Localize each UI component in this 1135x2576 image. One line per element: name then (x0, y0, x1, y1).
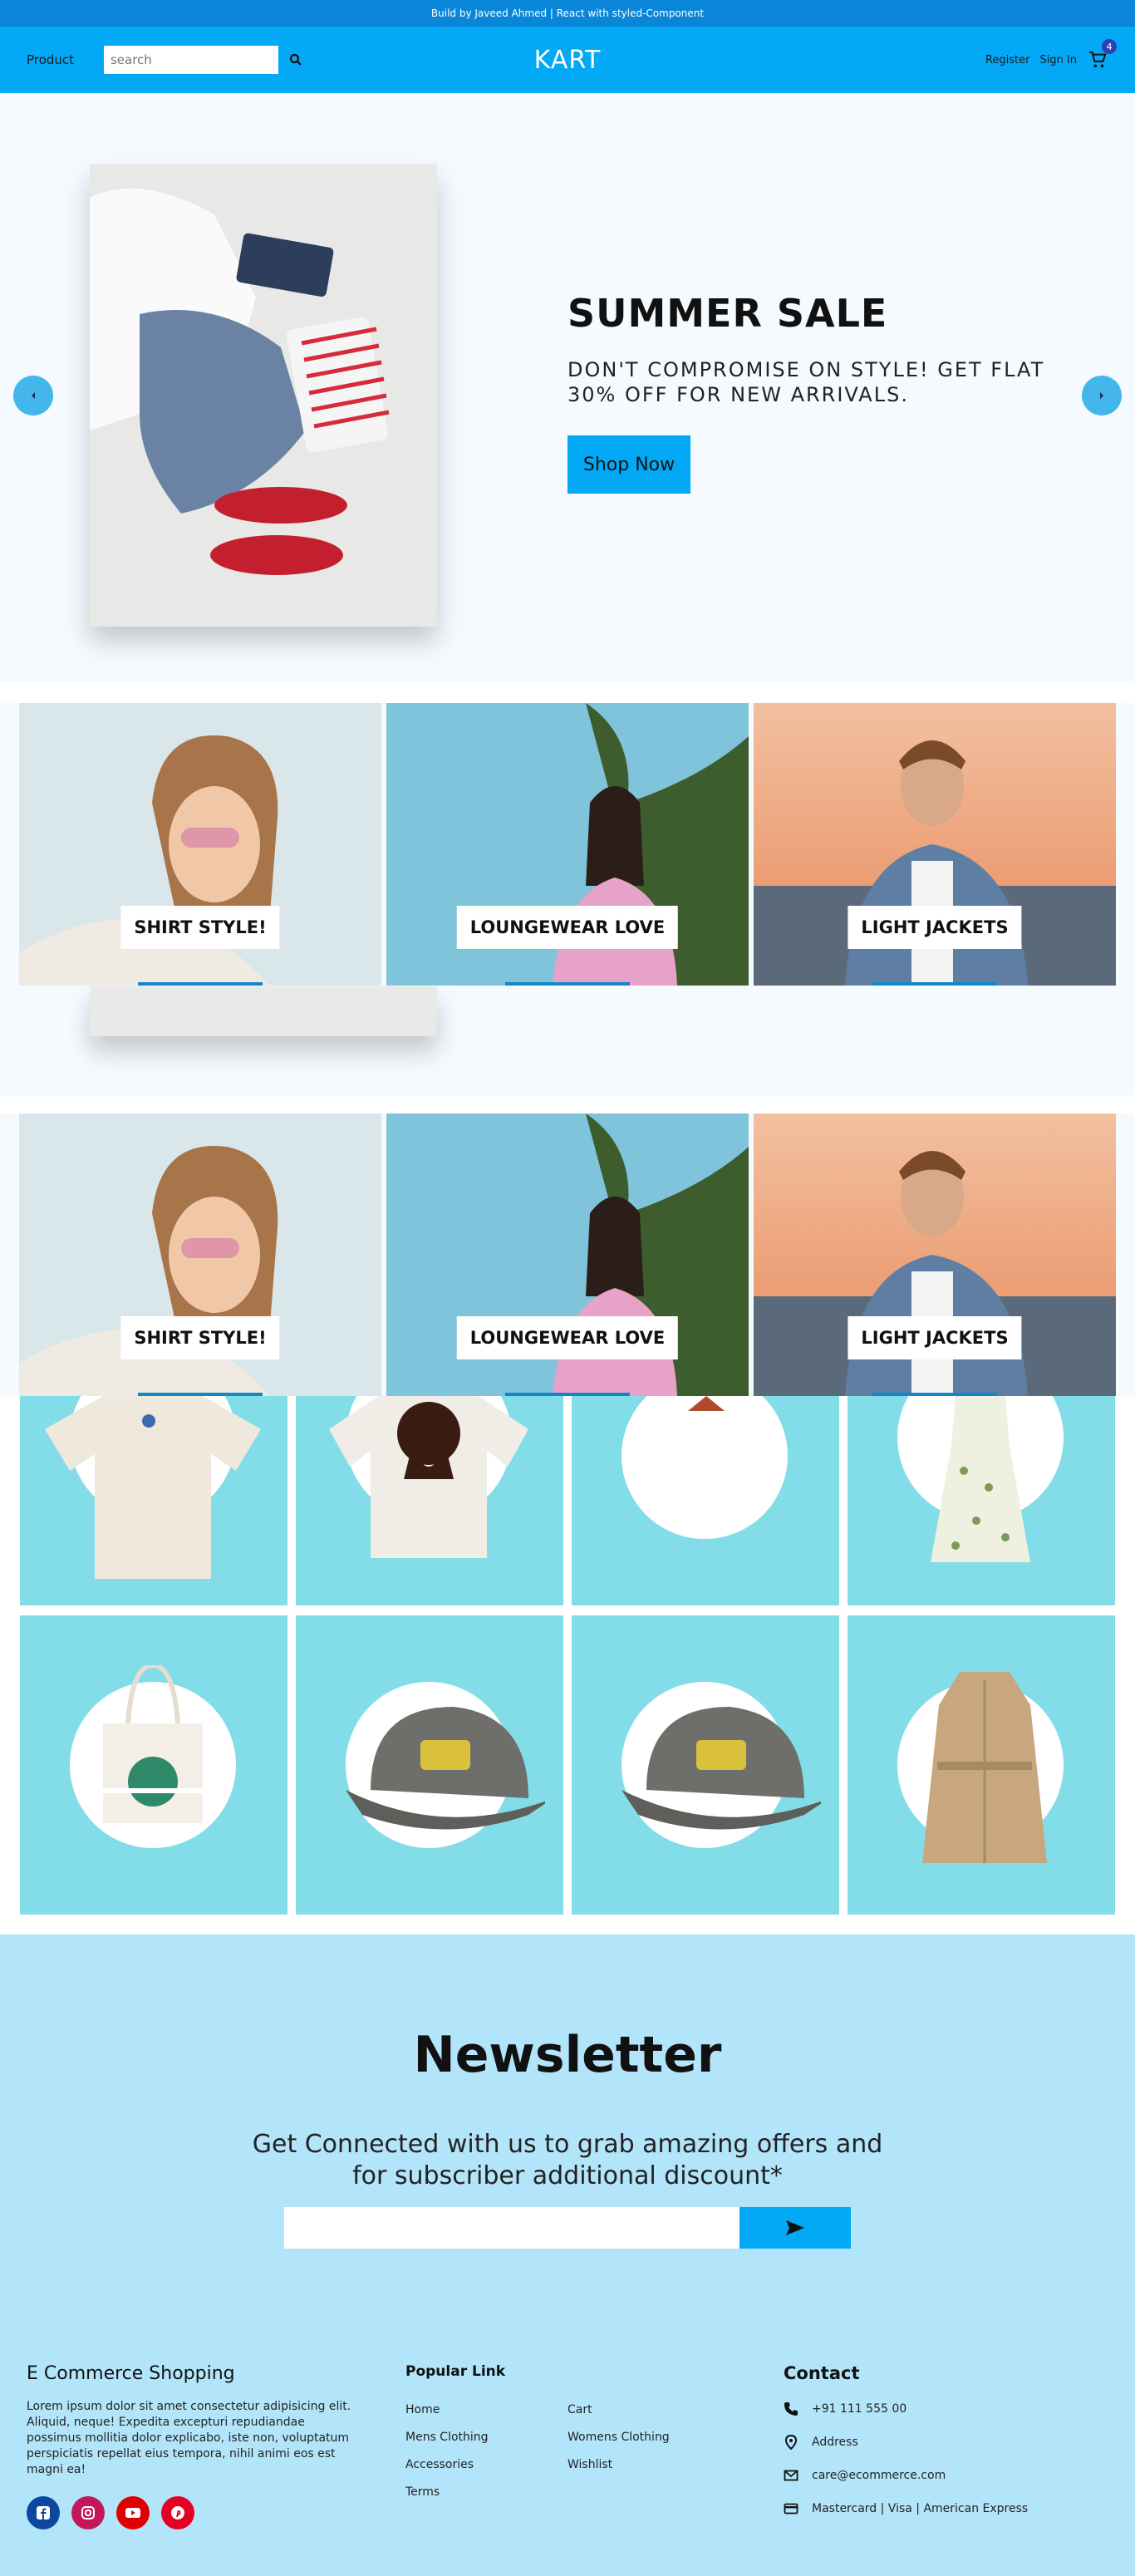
categories-section: SHIRT STYLE! LOUNGEWEAR LOVE LIGHT JACKE… (0, 681, 1135, 1095)
footer-link-home[interactable]: Home (405, 2403, 489, 2416)
product-link[interactable]: Product (27, 52, 74, 67)
category-label: LIGHT JACKETS (848, 1316, 1022, 1359)
newsletter-submit-button[interactable] (739, 2207, 851, 2249)
category-underline (505, 982, 630, 986)
footer-link-cart[interactable]: Cart (568, 2403, 670, 2416)
category-card[interactable]: LIGHT JACKETS (754, 703, 1116, 986)
contact-phone: +91 111 555 00 (784, 2401, 1028, 2416)
footer-link-womens-clothing[interactable]: Womens Clothing (568, 2431, 670, 2444)
contact-title: Contact (784, 2363, 860, 2383)
newsletter-title: Newsletter (413, 2026, 722, 2084)
dress-image (931, 1396, 1030, 1562)
mail-icon (784, 2470, 798, 2481)
product-card[interactable] (572, 1615, 839, 1915)
product-card[interactable] (20, 1615, 287, 1915)
newsletter-section: Newsletter Get Connected with us to grab… (0, 1934, 1135, 2576)
tshirt-image (329, 1396, 528, 1558)
newsletter-email-input[interactable] (284, 2207, 739, 2249)
cart-icon[interactable]: 4 (1087, 39, 1117, 71)
contact-phone-text: +91 111 555 00 (812, 2402, 907, 2416)
search-input[interactable] (103, 46, 278, 74)
category-label: SHIRT STYLE! (120, 906, 280, 949)
arrow-right-icon (1100, 392, 1103, 399)
category-card[interactable]: LOUNGEWEAR LOVE (386, 703, 749, 986)
sign-in-link[interactable]: Sign In (1039, 54, 1077, 66)
footer-link-mens-clothing[interactable]: Mens Clothing (405, 2431, 489, 2444)
cap-image (622, 1707, 821, 1830)
product-card[interactable] (296, 1396, 563, 1605)
cart-badge: 4 (1102, 39, 1117, 54)
send-icon (786, 2220, 804, 2235)
category-label: LOUNGEWEAR LOVE (456, 1316, 679, 1359)
footer-links-col-1: Home Mens Clothing Accessories Terms (405, 2403, 489, 2499)
contact-address: Address (784, 2435, 1028, 2450)
location-icon (784, 2435, 798, 2450)
footer-popular-links: Popular Link Home Mens Clothing Accessor… (405, 2363, 721, 2521)
footer-brand-title: E Commerce Shopping (27, 2363, 235, 2384)
cap-image (346, 1707, 545, 1830)
nav-left: Product (27, 46, 303, 74)
hero-image (90, 165, 437, 627)
search-icon[interactable] (288, 52, 303, 67)
hero-description: DON'T COMPROMISE ON STYLE! GET FLAT 30% … (568, 358, 1045, 406)
announcement-text: Build by Javeed Ahmed | React with style… (430, 7, 705, 19)
footer-brand-description: Lorem ipsum dolor sit amet consectetur a… (27, 2400, 351, 2476)
contact-payment-text: Mastercard | Visa | American Express (812, 2502, 1029, 2515)
footer-brand: E Commerce Shopping Lorem ipsum dolor si… (27, 2363, 359, 2529)
arrow-left-icon (32, 392, 35, 399)
product-circle (622, 1396, 788, 1539)
category-underline (138, 982, 263, 986)
product-card[interactable] (848, 1396, 1115, 1605)
contact-email: care@ecommerce.com (784, 2468, 1028, 2483)
shop-now-button[interactable]: Shop Now (568, 435, 690, 494)
hero-image-overflow (90, 986, 437, 1036)
category-label: SHIRT STYLE! (120, 1316, 280, 1359)
contact-email-text[interactable]: care@ecommerce.com (812, 2469, 946, 2482)
footer-link-terms[interactable]: Terms (405, 2485, 489, 2499)
social-links (27, 2496, 359, 2529)
footer-link-wishlist[interactable]: Wishlist (568, 2458, 670, 2471)
category-card[interactable]: SHIRT STYLE! (19, 703, 381, 986)
prev-slide-button[interactable] (13, 376, 53, 415)
category-card[interactable]: SHIRT STYLE! (19, 1113, 381, 1396)
next-slide-button[interactable] (1082, 376, 1122, 415)
youtube-icon[interactable] (116, 2496, 150, 2529)
category-underline (872, 982, 997, 986)
newsletter-form (284, 2207, 851, 2249)
hero-slider: SUMMER SALE DON'T COMPROMISE ON STYLE! G… (0, 93, 1135, 681)
instagram-icon[interactable] (71, 2496, 105, 2529)
product-card[interactable] (20, 1396, 287, 1605)
facebook-icon[interactable] (27, 2496, 60, 2529)
pinterest-icon[interactable] (161, 2496, 194, 2529)
footer-links-col-2: Cart Womens Clothing Wishlist (568, 2403, 670, 2471)
navbar: Product KART Register Sign In 4 (0, 27, 1135, 93)
category-card[interactable]: LIGHT JACKETS (754, 1113, 1116, 1396)
products-section (0, 1396, 1135, 1934)
product-card[interactable] (296, 1615, 563, 1915)
nav-right: Register Sign In 4 (985, 39, 1117, 71)
search-container (103, 46, 303, 74)
announcement-bar: Build by Javeed Ahmed | React with style… (0, 0, 1135, 27)
category-card[interactable]: LOUNGEWEAR LOVE (386, 1113, 749, 1396)
footer-contact: Contact +91 111 555 00 Address care@ecom… (784, 2363, 1028, 2516)
register-link[interactable]: Register (985, 54, 1030, 66)
phone-icon (784, 2402, 798, 2416)
categories-section-repeat: SHIRT STYLE! LOUNGEWEAR LOVE LIGHT JACKE… (0, 1095, 1135, 1396)
tshirt-image (45, 1396, 261, 1579)
popular-links-title: Popular Link (405, 2363, 506, 2380)
category-label: LIGHT JACKETS (848, 906, 1022, 949)
product-card[interactable] (848, 1615, 1115, 1915)
trench-coat-image (922, 1672, 1047, 1863)
contact-payment: Mastercard | Visa | American Express (784, 2501, 1028, 2516)
hero-title: SUMMER SALE (568, 291, 888, 336)
credit-card-icon (784, 2503, 798, 2515)
hero-text: SUMMER SALE DON'T COMPROMISE ON STYLE! G… (568, 291, 1099, 494)
tote-bag-image (103, 1665, 203, 1823)
footer-link-accessories[interactable]: Accessories (405, 2458, 489, 2471)
newsletter-description: Get Connected with us to grab amazing of… (252, 2130, 883, 2190)
category-label: LOUNGEWEAR LOVE (456, 906, 679, 949)
product-card[interactable] (572, 1396, 839, 1605)
contact-address-text: Address (812, 2436, 858, 2449)
